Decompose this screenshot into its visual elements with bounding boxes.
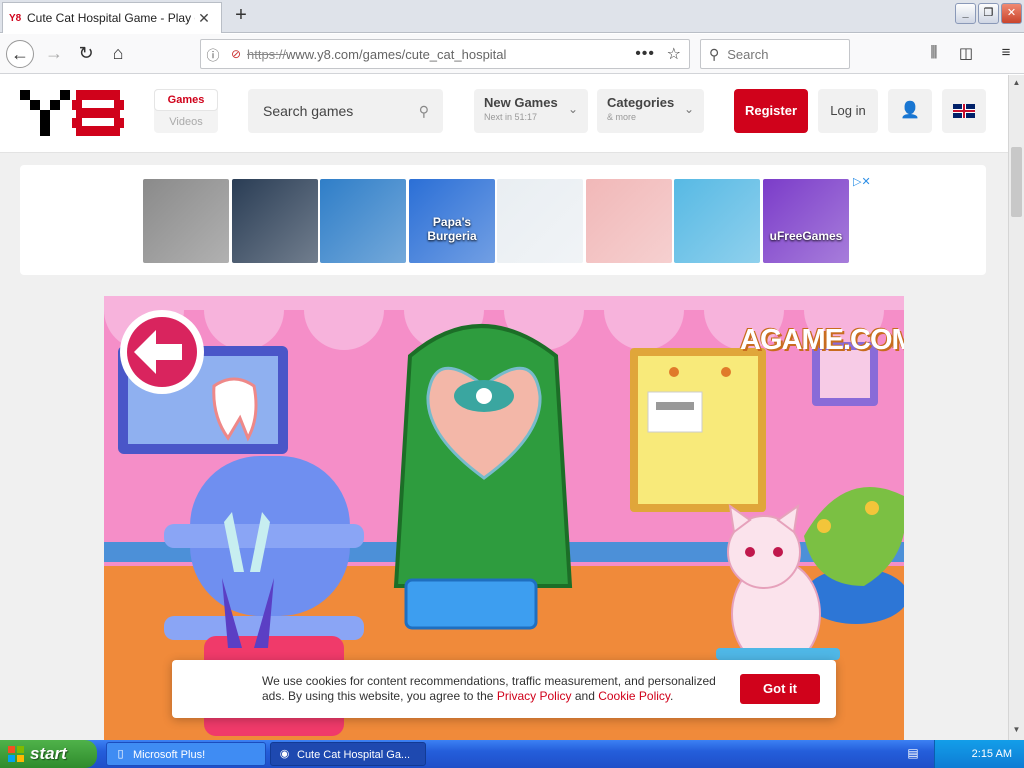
- new-tab-button[interactable]: +: [228, 4, 254, 28]
- taskbar-item-firefox[interactable]: ◉ Cute Cat Hospital Ga...: [270, 742, 426, 766]
- adchoices-close-icon[interactable]: ▷✕: [853, 175, 871, 188]
- ad-thumbnail[interactable]: [143, 179, 229, 263]
- info-icon[interactable]: ⓘ: [201, 45, 225, 64]
- uk-flag-icon: [953, 104, 975, 118]
- taskbar-item-microsoft-plus[interactable]: ▯ Microsoft Plus!: [106, 742, 266, 766]
- taskbar-item-label: Microsoft Plus!: [133, 749, 206, 761]
- cookie-text: We use cookies for content recommendatio…: [262, 674, 732, 704]
- site-header: Games Videos Search games ⚲ New Games Ne…: [0, 75, 1008, 153]
- search-icon: ⚲: [709, 45, 720, 62]
- ad-thumbnail[interactable]: Papa's Burgeria: [409, 179, 495, 263]
- url-scheme: https://: [247, 46, 287, 62]
- cookie-period: .: [670, 689, 674, 703]
- ad-thumbnail-label: uFreeGames: [769, 229, 843, 243]
- ad-thumbnail-label: Papa's Burgeria: [427, 215, 477, 243]
- cookie-policy-link[interactable]: Cookie Policy: [598, 689, 670, 703]
- chevron-down-icon: ⌄: [683, 102, 694, 116]
- tab-title: Cute Cat Hospital Game - Play onli: [27, 11, 195, 25]
- categories-sub: & more: [607, 112, 637, 122]
- url-text: www.y8.com/games/cute_cat_hospital: [286, 46, 507, 62]
- insecure-lock-icon[interactable]: ⊘: [225, 47, 247, 61]
- browser-search-input[interactable]: ⚲ Search: [700, 39, 850, 69]
- start-label: start: [30, 744, 67, 763]
- windows-logo-icon: [8, 746, 24, 762]
- y8-logo[interactable]: [20, 90, 124, 136]
- back-button[interactable]: ←: [6, 40, 34, 68]
- y8-favicon-icon: Y8: [9, 12, 22, 24]
- url-bar[interactable]: ⓘ ⊘ https:// www.y8.com/games/cute_cat_h…: [200, 39, 690, 69]
- scroll-down-icon[interactable]: ▼: [1011, 724, 1022, 736]
- home-button[interactable]: ⌂: [104, 40, 132, 68]
- clock[interactable]: 2:15 AM: [972, 748, 1012, 760]
- system-tray: 2:15 AM: [934, 740, 1024, 768]
- web-page: Games Videos Search games ⚲ New Games Ne…: [0, 75, 1008, 740]
- browser-tab-bar: Y8 Cute Cat Hospital Game - Play onli ✕ …: [0, 0, 1024, 33]
- browser-search-placeholder: Search: [727, 46, 769, 62]
- taskbar-item-label: Cute Cat Hospital Ga...: [297, 749, 411, 761]
- ad-thumbnail[interactable]: [674, 179, 760, 263]
- games-videos-toggle: Games Videos: [154, 89, 218, 133]
- forward-button[interactable]: →: [40, 40, 68, 68]
- site-search-placeholder: Search games: [263, 103, 354, 119]
- menu-icon[interactable]: ≡: [995, 44, 1017, 61]
- firefox-icon: ◉: [279, 748, 290, 760]
- language-button[interactable]: [942, 89, 986, 133]
- videos-tab[interactable]: Videos: [154, 111, 218, 133]
- cookie-banner: We use cookies for content recommendatio…: [172, 660, 836, 718]
- document-icon: ▯: [117, 748, 124, 760]
- ad-thumbnail[interactable]: uFreeGames: [763, 179, 849, 263]
- restore-button[interactable]: ❐: [978, 3, 999, 24]
- agame-logo: AGAME.COM: [740, 324, 904, 356]
- chevron-down-icon: ⌄: [567, 102, 578, 116]
- ad-thumbnail[interactable]: [320, 179, 406, 263]
- page-actions-icon[interactable]: •••: [635, 45, 655, 63]
- new-games-countdown: Next in 51:17: [484, 112, 538, 122]
- window-close-button[interactable]: ✕: [1001, 3, 1022, 24]
- ad-thumbnail[interactable]: [586, 179, 672, 263]
- navigation-bar: ← → ↻ ⌂ ⓘ ⊘ https:// www.y8.com/games/cu…: [0, 34, 1024, 74]
- ad-banner: Papa's Burgeria uFreeGames ▷✕: [20, 165, 986, 275]
- vertical-scrollbar[interactable]: ▲ ▼: [1008, 75, 1024, 740]
- reload-button[interactable]: ↻: [72, 40, 100, 68]
- sidebar-icon[interactable]: ◫: [955, 44, 977, 62]
- bookmark-star-icon[interactable]: ☆: [667, 44, 681, 64]
- privacy-policy-link[interactable]: Privacy Policy: [497, 689, 572, 703]
- browser-tab[interactable]: Y8 Cute Cat Hospital Game - Play onli ✕: [2, 2, 222, 33]
- register-button[interactable]: Register: [734, 89, 808, 133]
- start-button[interactable]: start: [0, 740, 97, 768]
- new-games-label: New Games: [484, 95, 558, 110]
- ad-thumbnail[interactable]: [497, 179, 583, 263]
- new-games-dropdown[interactable]: New Games Next in 51:17 ⌄: [474, 89, 588, 133]
- library-icon[interactable]: ⫼: [923, 44, 945, 61]
- login-button[interactable]: Log in: [818, 89, 878, 133]
- scroll-up-icon[interactable]: ▲: [1011, 77, 1022, 89]
- ad-thumbnail[interactable]: [232, 179, 318, 263]
- categories-dropdown[interactable]: Categories & more ⌄: [597, 89, 704, 133]
- keyboard-icon[interactable]: ▤: [904, 746, 922, 762]
- cookie-and: and: [574, 689, 595, 703]
- categories-label: Categories: [607, 95, 675, 110]
- games-tab[interactable]: Games: [154, 89, 218, 111]
- search-icon[interactable]: ⚲: [419, 89, 429, 133]
- scroll-thumb[interactable]: [1011, 147, 1022, 217]
- user-icon[interactable]: 👤: [888, 89, 932, 133]
- site-search-input[interactable]: Search games ⚲: [248, 89, 443, 133]
- minimize-button[interactable]: _: [955, 3, 976, 24]
- windows-taskbar: start ▯ Microsoft Plus! ◉ Cute Cat Hospi…: [0, 740, 1024, 768]
- got-it-button[interactable]: Got it: [740, 674, 820, 704]
- tab-close-icon[interactable]: ✕: [195, 10, 213, 27]
